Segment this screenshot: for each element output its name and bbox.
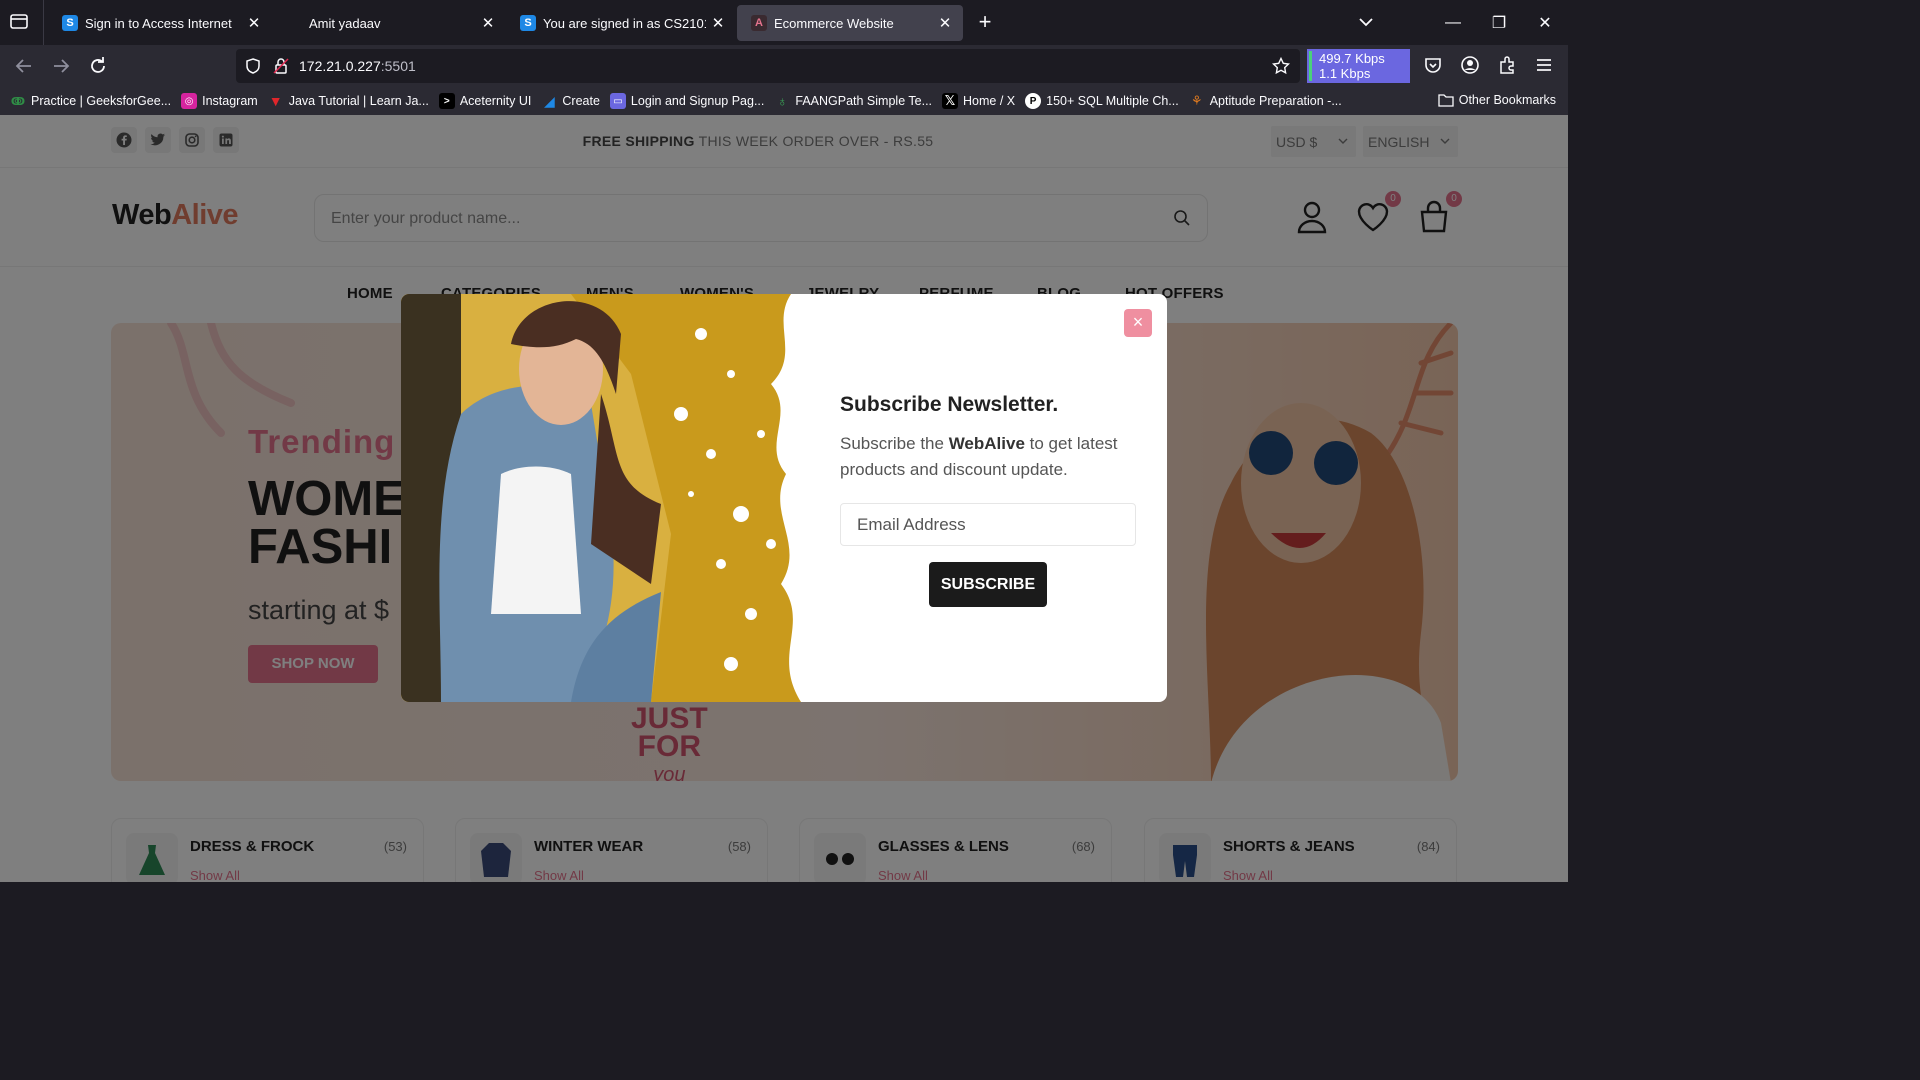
newsletter-modal: × Subscribe Newsletter. Subscribe the We… bbox=[401, 294, 1167, 702]
window-controls: — ❐ ✕ bbox=[1430, 0, 1568, 45]
s-icon: S bbox=[62, 15, 78, 31]
faang-icon: ♁ bbox=[777, 93, 788, 109]
tab-manager-icon[interactable] bbox=[8, 10, 34, 36]
aptitude-icon: ⚘ bbox=[1190, 93, 1203, 108]
tab-separator bbox=[43, 0, 44, 45]
x-icon: 𝕏 bbox=[942, 93, 959, 109]
create-icon: ◢ bbox=[544, 92, 555, 109]
chevron-down-icon[interactable] bbox=[1356, 12, 1376, 37]
browser-window: S Sign in to Access Internet ✕ Amit yada… bbox=[0, 0, 1568, 882]
address-bar[interactable]: 172.21.0.227:5501 bbox=[236, 49, 1300, 83]
close-window-icon[interactable]: ✕ bbox=[1522, 13, 1568, 33]
close-icon[interactable]: ✕ bbox=[476, 14, 500, 32]
bookmarks-bar: ↂ Practice | GeeksforGee... ◎ Instagram ▼ J… bbox=[0, 87, 1568, 115]
modal-title: Subscribe Newsletter. bbox=[840, 393, 1059, 416]
insecure-lock-icon[interactable] bbox=[272, 57, 290, 75]
web-page: FREE SHIPPING THIS WEEK ORDER OVER - RS.… bbox=[0, 115, 1568, 882]
gfg-icon: ↂ bbox=[10, 95, 26, 108]
reload-icon[interactable] bbox=[86, 54, 110, 78]
bookmark-item[interactable]: ◢ Create bbox=[541, 93, 600, 109]
bookmark-item[interactable]: ♁ FAANGPath Simple Te... bbox=[774, 93, 932, 109]
close-icon[interactable]: ✕ bbox=[242, 14, 266, 32]
other-bookmarks[interactable]: Other Bookmarks bbox=[1438, 93, 1556, 107]
page-icon: ▭ bbox=[609, 93, 626, 109]
tab-title: Sign in to Access Internet bbox=[85, 15, 232, 31]
tab-ecommerce[interactable]: A Ecommerce Website ✕ bbox=[737, 5, 963, 41]
account-icon[interactable] bbox=[1459, 54, 1483, 78]
tab-amit[interactable]: Amit yadaav ✕ bbox=[272, 5, 506, 41]
url-text[interactable]: 172.21.0.227:5501 bbox=[299, 58, 416, 74]
modal-description: Subscribe the WebAlive to get latest pro… bbox=[840, 434, 1118, 479]
tab-title: Amit yadaav bbox=[309, 15, 381, 31]
bookmark-item[interactable]: 𝕏 Home / X bbox=[942, 93, 1015, 109]
bookmark-item[interactable]: ▭ Login and Signup Pag... bbox=[609, 93, 764, 109]
bookmark-item[interactable]: ◎ Instagram bbox=[181, 93, 258, 109]
close-icon[interactable]: ✕ bbox=[933, 14, 957, 32]
newsletter-image bbox=[401, 294, 803, 702]
close-icon[interactable]: × bbox=[1124, 309, 1152, 337]
a-icon: A bbox=[751, 15, 767, 31]
email-field[interactable]: Email Address bbox=[840, 503, 1136, 546]
subscribe-button[interactable]: SUBSCRIBE bbox=[929, 562, 1047, 607]
bookmark-item[interactable]: ⚘ Aptitude Preparation -... bbox=[1189, 93, 1342, 109]
menu-icon[interactable] bbox=[1533, 54, 1557, 78]
download-speed: 499.7 Kbps bbox=[1319, 51, 1385, 66]
shield-icon[interactable] bbox=[244, 57, 262, 75]
upload-speed: 1.1 Kbps bbox=[1319, 66, 1371, 81]
star-icon[interactable] bbox=[1272, 57, 1290, 75]
folder-icon bbox=[1438, 94, 1454, 107]
minimize-icon[interactable]: — bbox=[1430, 14, 1476, 32]
bookmark-item[interactable]: ↂ Practice | GeeksforGee... bbox=[10, 93, 171, 109]
instagram-icon: ◎ bbox=[181, 93, 198, 109]
blank-icon bbox=[286, 15, 302, 31]
speed-indicator-bar bbox=[1309, 51, 1312, 81]
java-icon: ▼ bbox=[268, 93, 283, 109]
back-icon[interactable] bbox=[12, 54, 36, 78]
pocket-icon[interactable] bbox=[1422, 54, 1446, 78]
tab-strip: S Sign in to Access Internet ✕ Amit yada… bbox=[0, 0, 1568, 45]
network-speed-widget: 499.7 Kbps 1.1 Kbps bbox=[1307, 49, 1410, 83]
extensions-icon[interactable] bbox=[1496, 54, 1520, 78]
s-icon: S bbox=[520, 15, 536, 31]
bookmark-item[interactable]: P 150+ SQL Multiple Ch... bbox=[1025, 93, 1179, 109]
bookmark-item[interactable]: > Aceternity UI bbox=[438, 93, 531, 109]
aceternity-icon: > bbox=[438, 93, 455, 109]
close-icon[interactable]: ✕ bbox=[706, 14, 730, 32]
bookmark-item[interactable]: ▼ Java Tutorial | Learn Ja... bbox=[268, 93, 429, 109]
nav-bar: 172.21.0.227:5501 499.7 Kbps 1.1 Kbps bbox=[0, 45, 1568, 87]
forward-icon[interactable] bbox=[49, 54, 73, 78]
new-tab-button[interactable]: + bbox=[973, 11, 997, 35]
tab-title: Ecommerce Website bbox=[774, 15, 894, 31]
tab-signed-in[interactable]: S You are signed in as CS21015 ✕ bbox=[506, 5, 736, 41]
p-icon: P bbox=[1025, 93, 1042, 109]
tab-sign-in[interactable]: S Sign in to Access Internet ✕ bbox=[48, 5, 272, 41]
tab-title: You are signed in as CS21015 bbox=[543, 15, 706, 31]
restore-icon[interactable]: ❐ bbox=[1476, 13, 1522, 33]
